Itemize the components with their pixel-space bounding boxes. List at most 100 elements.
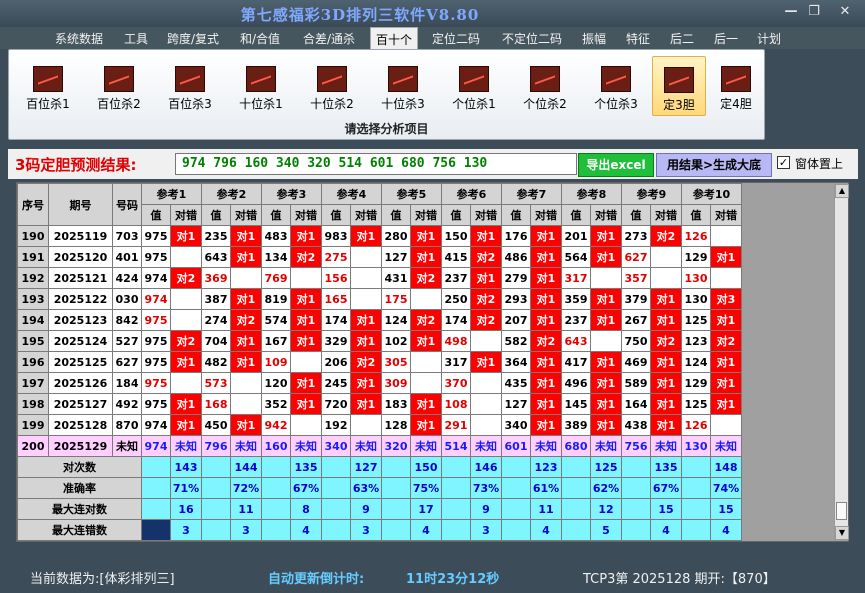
cell-value: 237: [441, 267, 471, 289]
table-row[interactable]: 196 2025125 627 975 对1 482 对1 109 206 对2 305 317 对1 3…: [17, 351, 742, 373]
ribbon-button[interactable]: 个位杀1: [443, 56, 505, 116]
cell-result: 对1: [530, 414, 562, 436]
cell-value: 704: [201, 330, 231, 352]
cell-result: 对1: [410, 225, 442, 247]
stats-value: 150: [410, 456, 442, 478]
menu-item[interactable]: 合差/通杀: [303, 30, 355, 47]
scroll-down-icon[interactable]: ▼: [835, 526, 849, 540]
vertical-scrollbar[interactable]: ▲ ▼: [834, 184, 849, 540]
menu-item[interactable]: 定位二码: [432, 30, 480, 47]
stats-spacer: [621, 456, 651, 478]
chart-icon: [530, 66, 560, 92]
cell-value: 417: [561, 351, 591, 373]
menu-item[interactable]: 和/合值: [240, 30, 280, 47]
table-row[interactable]: 200 2025129 未知 974 未知 796 未知 160 未知 340 未知 320 未知 514…: [17, 435, 742, 457]
cell-value: 819: [261, 288, 291, 310]
table-row[interactable]: 193 2025122 030 974 387 对1 819 对1 165 175 250 对2 293…: [17, 288, 742, 310]
header-value: 值: [501, 204, 531, 226]
stats-value: 3: [470, 519, 502, 541]
table-row[interactable]: 199 2025128 870 974 对1 450 对1 942 192 128 对1 291 340…: [17, 414, 742, 436]
cell-value: 237: [561, 309, 591, 331]
stats-spacer: [141, 477, 171, 499]
cell-period: 2025128: [48, 414, 113, 436]
stats-value: 135: [650, 456, 682, 478]
menu-item[interactable]: 系统数据: [55, 30, 103, 47]
ribbon-button-label: 百位杀3: [168, 97, 212, 111]
menu-item[interactable]: 特征: [626, 30, 650, 47]
stats-value: 15: [650, 498, 682, 520]
cell-result: 对1: [350, 330, 382, 352]
cell-result: 对1: [590, 288, 622, 310]
prediction-result-field[interactable]: 974 796 160 340 320 514 601 680 756 130: [175, 153, 577, 175]
ribbon-button[interactable]: 个位杀3: [585, 56, 647, 116]
cell-result: 对1: [650, 309, 682, 331]
cell-seq: 192: [17, 267, 49, 289]
export-excel-button[interactable]: 导出excel: [578, 153, 654, 177]
header-value: 值: [621, 204, 651, 226]
header-value: 值: [441, 204, 471, 226]
menu-item[interactable]: 后一: [714, 30, 738, 47]
menu-item[interactable]: 百十个: [370, 27, 419, 49]
ribbon-button[interactable]: 定3胆: [652, 56, 706, 116]
table-row[interactable]: 191 2025120 401 975 643 对1 134 对2 275 127 对1 415 对2 4…: [17, 246, 742, 268]
on-top-checkbox[interactable]: ✓: [777, 156, 790, 169]
cell-result: 对1: [590, 393, 622, 415]
ribbon-button[interactable]: 十位杀3: [372, 56, 434, 116]
ribbon-button[interactable]: 百位杀2: [88, 56, 150, 116]
menu-item[interactable]: 后二: [670, 30, 694, 47]
ribbon-button-label: 个位杀2: [523, 97, 567, 111]
stats-value: 16: [170, 498, 202, 520]
scroll-thumb[interactable]: [836, 502, 847, 520]
cell-result: 对1: [530, 309, 562, 331]
table-row[interactable]: 190 2025119 703 975 对1 235 对1 483 对1 983 对1 280 对1 15…: [17, 225, 742, 247]
scroll-up-icon[interactable]: ▲: [835, 184, 849, 198]
cell-value: 514: [441, 435, 471, 457]
menu-item[interactable]: 工具: [124, 30, 148, 47]
cell-result: [470, 393, 502, 415]
cell-value: 201: [561, 225, 591, 247]
ribbon-button[interactable]: 百位杀3: [159, 56, 221, 116]
cell-result: [410, 351, 442, 373]
cell-value: 317: [441, 351, 471, 373]
cell-result: 未知: [170, 435, 202, 457]
cell-value: 720: [321, 393, 351, 415]
cell-value: 273: [621, 225, 651, 247]
cell-result: [590, 330, 622, 352]
cell-number: 030: [112, 288, 142, 310]
table-row[interactable]: 198 2025127 492 975 对1 168 352 对1 720 对1 183 对1 108 1…: [17, 393, 742, 415]
ribbon-button[interactable]: 定4胆: [709, 56, 763, 116]
cell-result: [410, 288, 442, 310]
stats-spacer: [321, 456, 351, 478]
ribbon-button[interactable]: 十位杀2: [301, 56, 363, 116]
stats-value: 75%: [410, 477, 442, 499]
cell-seq: 196: [17, 351, 49, 373]
menu-item[interactable]: 振幅: [582, 30, 606, 47]
cell-result: 对1: [650, 351, 682, 373]
table-row[interactable]: 195 2025124 527 975 对2 704 对1 167 对1 329 对1 102 对1 49…: [17, 330, 742, 352]
ribbon-button[interactable]: 个位杀2: [514, 56, 576, 116]
cell-result: 对1: [530, 267, 562, 289]
cell-value: 279: [501, 267, 531, 289]
cell-value: 156: [321, 267, 351, 289]
restore-icon[interactable]: ❐: [803, 4, 825, 20]
cell-seq: 194: [17, 309, 49, 331]
table-row[interactable]: 197 2025126 184 975 573 120 对1 245 对1 309 370 435 对1…: [17, 372, 742, 394]
ribbon-button[interactable]: 百位杀1: [17, 56, 79, 116]
table-row[interactable]: 192 2025121 424 974 对2 369 769 156 431 对2 237 对1 279…: [17, 267, 742, 289]
cell-value: 589: [621, 372, 651, 394]
cell-result: 对1: [410, 330, 442, 352]
menu-item[interactable]: 不定位二码: [502, 30, 562, 47]
cell-period: 2025129: [48, 435, 113, 457]
ribbon-button[interactable]: 十位杀1: [230, 56, 292, 116]
generate-base-button[interactable]: 用结果>生成大底: [656, 153, 772, 177]
cell-result: 对2: [410, 309, 442, 331]
table-row[interactable]: 194 2025123 842 975 274 对2 574 对1 174 对1 124 对2 174 对…: [17, 309, 742, 331]
stats-spacer: [621, 498, 651, 520]
minimize-icon[interactable]: —: [780, 4, 802, 20]
close-icon[interactable]: ✕: [834, 4, 856, 20]
cell-value: 207: [501, 309, 531, 331]
cell-result: 对1: [290, 330, 322, 352]
cell-value: 435: [501, 372, 531, 394]
menu-item[interactable]: 跨度/复式: [167, 30, 219, 47]
menu-item[interactable]: 计划: [757, 30, 781, 47]
